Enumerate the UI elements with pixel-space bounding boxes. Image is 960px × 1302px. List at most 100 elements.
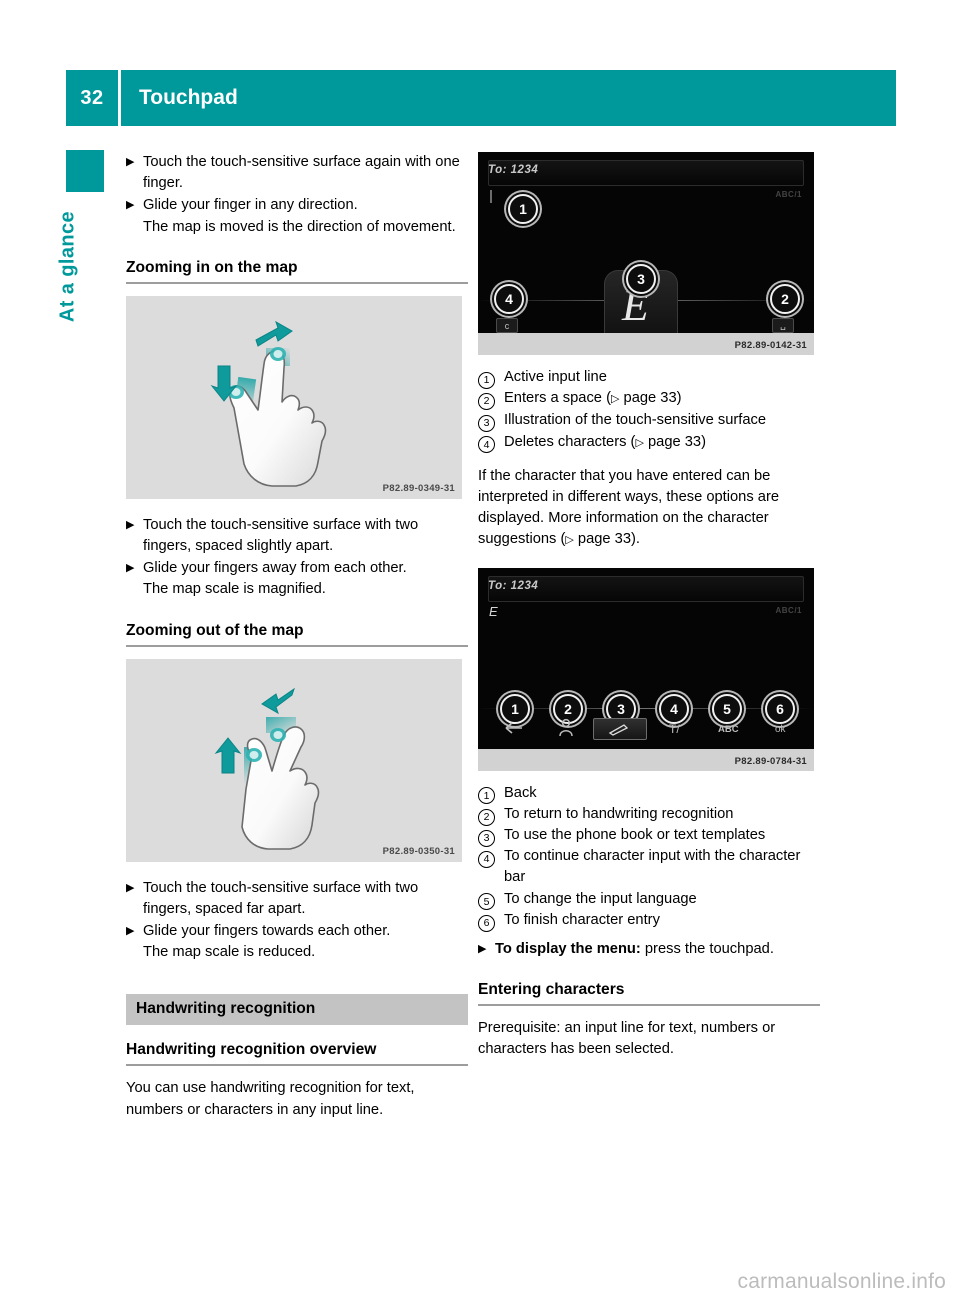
svg-text:T/: T/ <box>669 722 680 736</box>
figure-menu-screen: To: 1234 ABC/1 E 1 2 3 4 5 6 T/ ABC ok P… <box>478 567 814 771</box>
left-column: ▶ Touch the touch-sensitive surface agai… <box>126 152 468 1121</box>
intro-bullet-list: ▶ Touch the touch-sensitive surface agai… <box>126 152 468 238</box>
legend-row: 4 To continue character input with the c… <box>478 846 820 888</box>
page-reference: page 33 <box>623 390 677 407</box>
legend-number: 5 <box>478 889 504 911</box>
page-reference: page 33 <box>648 433 702 450</box>
callout-2: 2 <box>770 284 800 314</box>
bullet-text: Touch the touch-sensitive surface with t… <box>143 516 419 555</box>
legend-number: 2 <box>478 804 504 826</box>
page-reference: page 33 <box>577 531 632 548</box>
legend-number: 4 <box>478 846 504 888</box>
headunit-to-field: To: 1234 <box>488 164 539 176</box>
legend-label: Deletes characters (▷ page 33) <box>504 433 706 450</box>
pen-icon <box>608 723 629 736</box>
svg-text:ok: ok <box>775 724 787 735</box>
delete-key-icon[interactable]: c <box>496 318 518 333</box>
legend-number: 4 <box>478 432 504 454</box>
bullet-text: Touch the touch-sensitive surface again … <box>143 154 460 192</box>
bullet-marker-icon: ▶ <box>126 925 135 938</box>
legend-row: 5 To change the input language <box>478 889 820 911</box>
site-watermark: carmanualsonline.info <box>737 1270 946 1293</box>
paragraph-character-suggestions: If the character that you have entered c… <box>478 467 780 548</box>
legend-number: 1 <box>478 783 504 805</box>
legend-label: Illustration of the touch-sensitive surf… <box>504 412 767 429</box>
bullet-marker-icon: ▶ <box>478 943 487 956</box>
right-column: To: 1234 ABC/1 E 1 2 3 4 c ␣ P82.89-0142… <box>478 152 820 1061</box>
legend-row: 2 Enters a space (▷ page 33) <box>478 388 820 410</box>
legend-label: Active input line <box>504 369 607 385</box>
list-item: ▶ Touch the touch-sensitive surface with… <box>126 515 468 557</box>
legend-row: 1 Active input line <box>478 367 820 389</box>
page-number: 32 <box>80 86 104 109</box>
bullet-marker-icon: ▶ <box>126 199 135 212</box>
legend-number: 2 <box>478 388 504 410</box>
heading-entering-characters: Entering characters <box>478 981 820 1007</box>
legend-row: 3 Illustration of the touch-sensitive su… <box>478 410 820 433</box>
legend-row: 2 To return to handwriting recognition <box>478 804 820 826</box>
paragraph-entering-characters: Prerequisite: an input line for text, nu… <box>478 1020 776 1058</box>
legend-label: To continue character input with the cha… <box>504 848 801 886</box>
paragraph-handwriting-overview: You can use handwriting recognition for … <box>126 1080 415 1118</box>
page-title: Touchpad <box>139 86 238 109</box>
list-item: ▶ Glide your fingers away from each othe… <box>126 558 468 600</box>
list-item: ▶ Touch the touch-sensitive surface with… <box>126 878 468 920</box>
headunit-mode-indicator: ABC/1 <box>775 190 802 199</box>
legend-row: 3 To use the phone book or text template… <box>478 825 820 847</box>
chapter-label: At a glance <box>56 210 79 323</box>
legend-label: Back <box>504 784 537 801</box>
bullet-text: Glide your finger in any direction. <box>143 197 358 214</box>
bullet-marker-icon: ▶ <box>126 562 135 575</box>
bullet-subtext: The map is moved is the direction of mov… <box>143 218 456 235</box>
page-ref-arrow-icon: ▷ <box>635 436 644 449</box>
heading-zooming-in: Zooming in on the map <box>126 259 468 284</box>
legend-label: To return to handwriting recognition <box>504 805 734 822</box>
figure-caption: P82.89-0784-31 <box>734 755 807 767</box>
callout-3: 3 <box>626 264 656 294</box>
bullet-marker-icon: ▶ <box>126 518 135 531</box>
bullet-bold-lead: To display the menu: <box>495 941 641 958</box>
bullet-marker-icon: ▶ <box>126 156 135 168</box>
bullet-text: Touch the touch-sensitive surface with t… <box>143 879 419 917</box>
figure-caption: P82.89-0142-31 <box>734 340 807 351</box>
list-item: ▶ Glide your finger in any direction. Th… <box>126 195 468 237</box>
page-header: 32 Touchpad <box>66 70 896 126</box>
legend-row: 6 To finish character entry <box>478 910 820 932</box>
zoom-in-bullet-list: ▶ Touch the touch-sensitive surface with… <box>126 515 468 601</box>
list-item: ▶ Touch the touch-sensitive surface agai… <box>126 152 468 194</box>
legend-label: To change the input language <box>504 890 697 907</box>
legend-menu-screen: 1 Back 2 To return to handwriting recogn… <box>478 783 820 932</box>
list-item-display-menu: ▶ To display the menu: press the touchpa… <box>478 939 820 960</box>
legend-number: 3 <box>478 410 504 433</box>
hand-pinch-out-illustration <box>210 320 327 487</box>
bullet-subtext: The map scale is magnified. <box>143 581 326 598</box>
figure-caption: P82.89-0350-31 <box>382 845 455 857</box>
legend-row: 1 Back <box>478 783 820 805</box>
figure-zoom-in: P82.89-0349-31 <box>126 295 462 499</box>
headunit-text-cursor <box>490 190 492 203</box>
bullet-marker-icon: ▶ <box>126 881 135 894</box>
bullet-text: press the touchpad. <box>640 941 774 958</box>
page-ref-arrow-icon: ▷ <box>565 534 574 547</box>
callout-4: 4 <box>494 284 524 314</box>
figure-handwriting-input-screen: To: 1234 ABC/1 E 1 2 3 4 c ␣ P82.89-0142… <box>478 152 814 355</box>
hand-pinch-in-illustration <box>214 687 320 850</box>
legend-input-screen: 1 Active input line 2 Enters a space (▷ … <box>478 367 820 454</box>
bullet-subtext: The map scale is reduced. <box>143 944 316 961</box>
space-key-icon[interactable]: ␣ <box>772 318 794 333</box>
bullet-text: Glide your fingers towards each other. <box>143 923 391 940</box>
heading-handwriting-overview: Handwriting recognition overview <box>126 1041 468 1067</box>
legend-row: 4 Deletes characters (▷ page 33) <box>478 432 820 454</box>
menu-icon-row: T/ ABC ok <box>505 718 787 736</box>
legend-label: Enters a space (▷ page 33) <box>504 390 682 407</box>
legend-label: To use the phone book or text templates <box>504 827 766 844</box>
pen-key-icon[interactable] <box>593 717 647 740</box>
list-item: ▶ Glide your fingers towards each other.… <box>126 921 468 963</box>
legend-label: To finish character entry <box>504 911 660 928</box>
figure-caption: P82.89-0349-31 <box>382 482 455 494</box>
svg-text:ABC: ABC <box>718 724 739 735</box>
legend-number: 3 <box>478 825 504 847</box>
callout-1: 1 <box>508 194 538 224</box>
legend-number: 6 <box>478 910 504 932</box>
bullet-text: Glide your fingers away from each other. <box>143 560 407 577</box>
